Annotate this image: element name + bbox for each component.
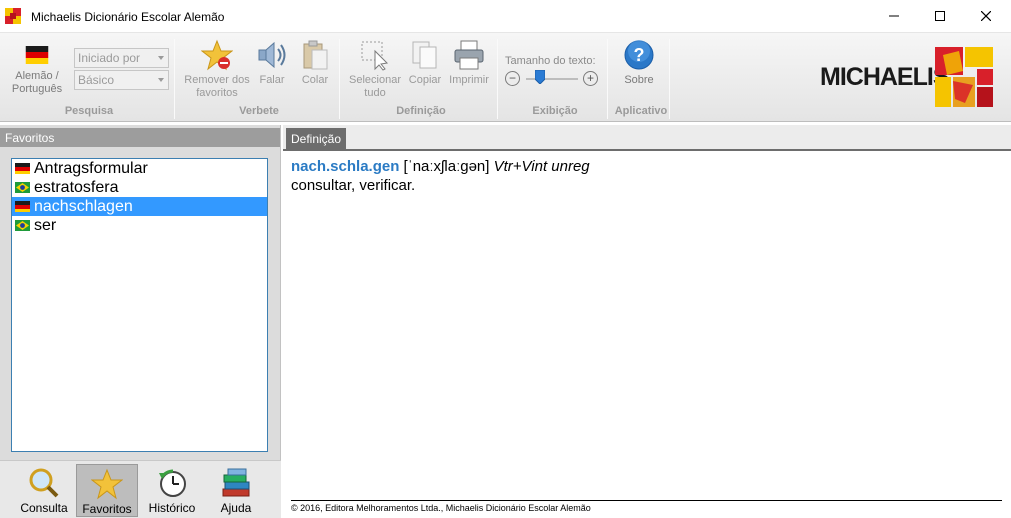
brand-wordmark: MICHAELIS [820, 63, 949, 91]
close-button[interactable] [963, 0, 1009, 32]
entry-pronunciation: [ˈnaːxʃlaːgən] [403, 158, 490, 175]
text-size-slider-thumb[interactable] [535, 70, 545, 84]
brand-logo-icon [935, 47, 993, 107]
favoritos-label: Favoritos [82, 502, 132, 516]
help-icon: ? [624, 40, 654, 70]
list-item[interactable]: Antragsformular [12, 159, 267, 178]
group-label-definicao: Definição [396, 105, 446, 117]
speak-label: Falar [259, 74, 285, 86]
printer-icon [454, 40, 484, 70]
clipboard-icon [303, 40, 328, 70]
historico-button[interactable]: Histórico [141, 464, 203, 517]
copy-button[interactable]: Copiar [407, 39, 443, 87]
ajuda-button[interactable]: Ajuda [205, 464, 267, 517]
remove-favorites-button[interactable]: Remover dos favoritos [182, 39, 252, 100]
chevron-down-icon [158, 78, 164, 82]
star-remove-icon [201, 39, 233, 71]
germany-flag-icon [15, 163, 30, 174]
print-button[interactable]: Imprimir [447, 39, 491, 87]
paste-button[interactable]: Colar [297, 39, 333, 87]
minimize-icon [889, 15, 899, 17]
title-bar: Michaelis Dicionário Escolar Alemão [0, 0, 1011, 33]
group-label-pesquisa: Pesquisa [64, 105, 114, 117]
historico-label: Histórico [148, 501, 196, 515]
magnifier-icon [29, 468, 59, 498]
about-label: Sobre [624, 74, 654, 86]
maximize-button[interactable] [917, 0, 963, 32]
copyright-footer: © 2016, Editora Melhoramentos Ltda., Mic… [291, 500, 1002, 513]
ribbon-separator [497, 39, 498, 119]
level-select[interactable]: Básico [74, 70, 169, 90]
favoritos-button[interactable]: Favoritos [76, 464, 138, 517]
consulta-button[interactable]: Consulta [13, 464, 75, 517]
bottom-nav-bar: Consulta Favoritos Histórico Ajuda [0, 460, 281, 518]
search-mode-value: Iniciado por [78, 51, 141, 65]
list-item[interactable]: estratosfera [12, 178, 267, 197]
maximize-icon [935, 11, 945, 21]
brazil-flag-icon [15, 220, 30, 231]
favorite-word: Antragsformular [34, 160, 148, 177]
favorite-word: ser [34, 217, 57, 234]
text-size-slider-track[interactable] [526, 78, 578, 80]
favorites-list[interactable]: Antragsformular estratosfera nachschlage… [11, 158, 268, 452]
speak-button[interactable]: Falar [255, 39, 289, 87]
books-icon [222, 468, 250, 497]
search-mode-select[interactable]: Iniciado por [74, 48, 169, 68]
app-logo-icon [5, 8, 21, 24]
decrease-text-size-button[interactable]: − [505, 71, 520, 86]
increase-text-size-button[interactable]: + [583, 71, 598, 86]
dictionary-entry: nach.schla.gen [ˈnaːxʃlaːgən] Vtr+Vint u… [291, 157, 590, 195]
consulta-label: Consulta [20, 501, 68, 515]
select-all-label: Selecionar tudo [349, 74, 401, 99]
group-label-exibicao: Exibição [532, 105, 578, 117]
language-button[interactable]: Alemão / Português [8, 39, 66, 96]
level-value: Básico [78, 73, 115, 87]
favorites-header: Favoritos [0, 128, 280, 147]
group-label-verbete: Verbete [239, 105, 279, 117]
germany-flag-icon [15, 201, 30, 212]
paste-label: Colar [301, 74, 329, 86]
select-cursor-icon [361, 41, 389, 71]
list-item-selected[interactable]: nachschlagen [12, 197, 267, 216]
close-icon [981, 11, 991, 21]
ribbon-separator [607, 39, 608, 119]
list-item[interactable]: ser [12, 216, 267, 235]
favorites-pane: Favoritos Antragsformular estratosfera n… [0, 125, 281, 518]
chevron-down-icon [158, 56, 164, 60]
ribbon-separator [174, 39, 175, 119]
clock-history-icon [159, 469, 186, 497]
copy-icon [412, 41, 437, 69]
speaker-icon [258, 41, 286, 69]
germany-flag-icon [25, 46, 49, 64]
window-title: Michaelis Dicionário Escolar Alemão [31, 10, 225, 24]
select-all-button[interactable]: Selecionar tudo [346, 39, 404, 100]
entry-definition: consultar, verificar. [291, 177, 416, 194]
language-button-label: Alemão / Português [11, 70, 63, 95]
ribbon-separator [669, 39, 670, 119]
print-label: Imprimir [449, 74, 489, 86]
entry-grammar: Vtr+Vint unreg [493, 158, 590, 175]
brazil-flag-icon [15, 182, 30, 193]
remove-favorites-label: Remover dos favoritos [184, 74, 250, 99]
definition-pane: Definição nach.schla.gen [ˈnaːxʃlaːgən] … [283, 125, 1011, 518]
favorite-word: estratosfera [34, 179, 119, 196]
group-label-aplicativo: Aplicativo [614, 105, 668, 117]
svg-text:?: ? [634, 45, 645, 65]
favorite-word: nachschlagen [34, 198, 133, 215]
star-icon [91, 468, 123, 500]
ribbon-toolbar: Alemão / Português Iniciado por Básico P… [0, 33, 1011, 122]
about-button[interactable]: ? Sobre [617, 39, 661, 87]
ribbon-separator [339, 39, 340, 119]
entry-headword: nach.schla.gen [291, 158, 400, 175]
ajuda-label: Ajuda [220, 501, 252, 515]
copy-label: Copiar [408, 74, 442, 86]
minimize-button[interactable] [871, 0, 917, 32]
tab-definicao[interactable]: Definição [286, 128, 346, 151]
text-size-label: Tamanho do texto: [505, 55, 596, 67]
definition-tabstrip: Definição [283, 125, 1011, 151]
